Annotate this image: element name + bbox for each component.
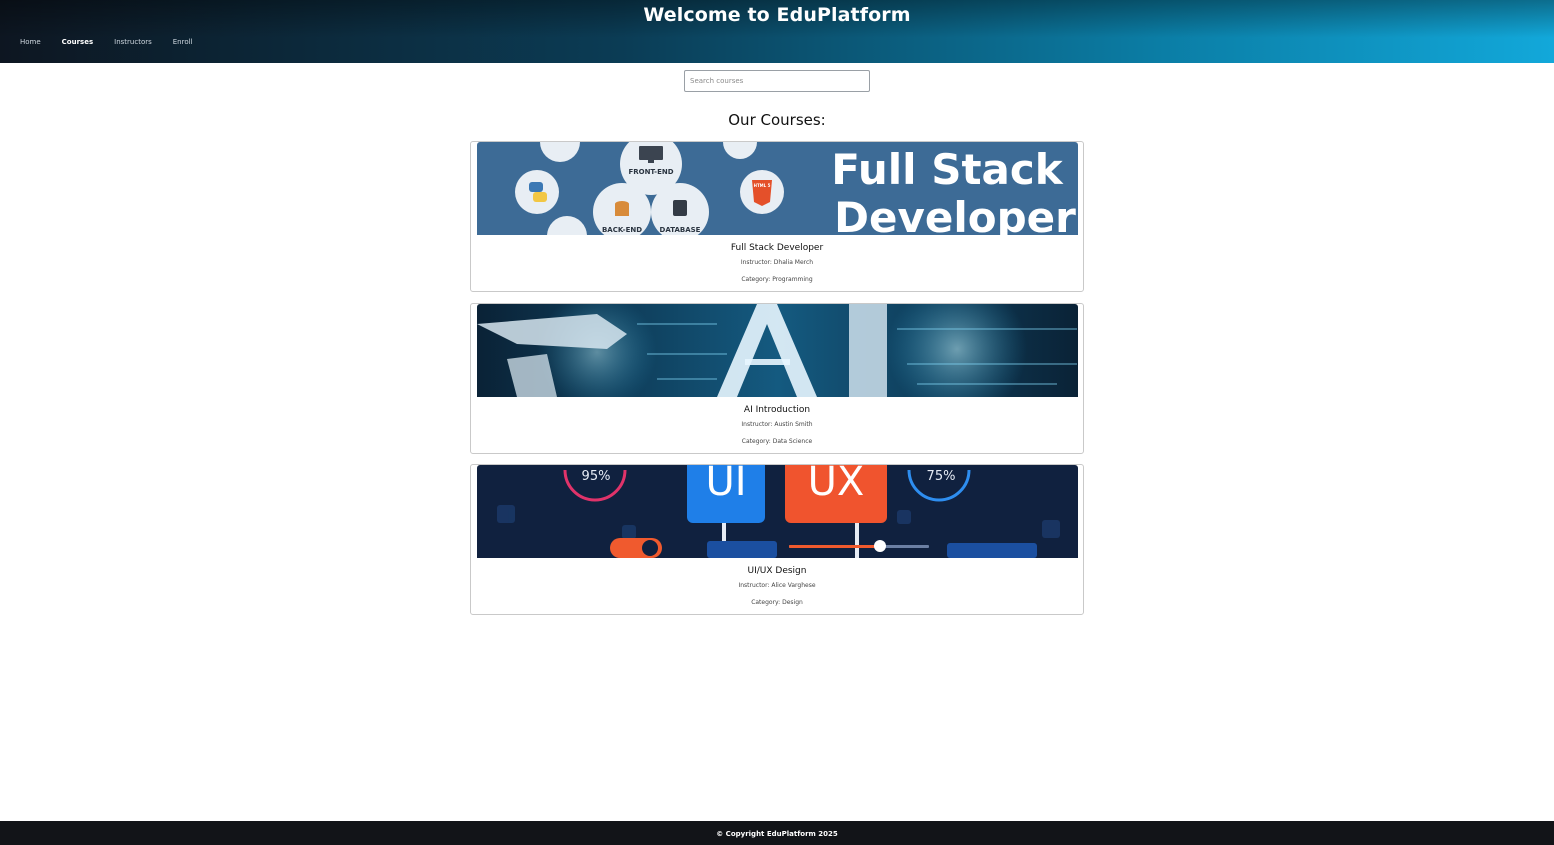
site-footer: © Copyright EduPlatform 2025 [0,821,1554,845]
course-instructor: Instructor: Alice Varghese [738,582,816,589]
copyright-text: © Copyright EduPlatform 2025 [716,830,838,838]
gauge-label-left: 95% [582,469,611,484]
site-header: Welcome to EduPlatform Home Courses Inst… [0,0,1554,63]
course-banner-image: 95% 75% UI UX [477,465,1078,558]
nav-courses-link[interactable]: Courses [62,38,93,46]
banner-headline-1: UI [705,465,746,505]
course-banner-image: FRONT-END BACK-END DATABASE HTML 5 Full … [477,142,1078,235]
course-category: Category: Programming [741,276,813,283]
course-title: UI/UX Design [747,566,807,576]
ui-ux-banner-illustration: 95% 75% UI UX [477,465,1078,558]
course-category: Category: Design [751,599,803,606]
course-banner-image: AI [477,304,1078,397]
banner-headline-2: Developer [834,193,1076,235]
page: Welcome to EduPlatform Home Courses Inst… [0,0,1554,845]
nav-home-link[interactable]: Home [20,38,41,46]
course-instructor: Instructor: Dhalia Merch [740,259,814,266]
nav-instructors-link[interactable]: Instructors [114,38,152,46]
svg-text:HTML 5: HTML 5 [754,183,771,188]
main-nav: Home Courses Instructors Enroll [20,38,214,46]
course-title: AI Introduction [743,405,811,415]
section-title: Our Courses: [728,111,826,129]
course-title: Full Stack Developer [730,243,824,253]
search-bar [684,68,870,92]
svg-text:BACK-END: BACK-END [602,226,642,234]
course-instructor: Instructor: Austin Smith [741,421,813,428]
course-category: Category: Data Science [741,438,813,445]
banner-headline-2: UX [808,465,865,505]
site-title: Welcome to EduPlatform [643,4,911,26]
search-input[interactable] [684,70,870,92]
course-card-full-stack[interactable]: FRONT-END BACK-END DATABASE HTML 5 Full … [470,141,1084,292]
banner-headline-1: Full Stack [831,145,1063,194]
full-stack-banner-illustration: FRONT-END BACK-END DATABASE HTML 5 Full … [477,142,1078,235]
svg-text:DATABASE: DATABASE [660,226,701,234]
course-card-ui-ux-design[interactable]: 95% 75% UI UX UI/UX Design Instructor: A… [470,464,1084,615]
ai-banner-illustration: AI [477,304,1078,397]
svg-text:FRONT-END: FRONT-END [628,168,673,176]
nav-enroll-link[interactable]: Enroll [173,38,193,46]
course-card-ai-introduction[interactable]: AI AI Introduction Instructor: Austin Sm… [470,303,1084,454]
gauge-label-right: 75% [927,469,956,484]
